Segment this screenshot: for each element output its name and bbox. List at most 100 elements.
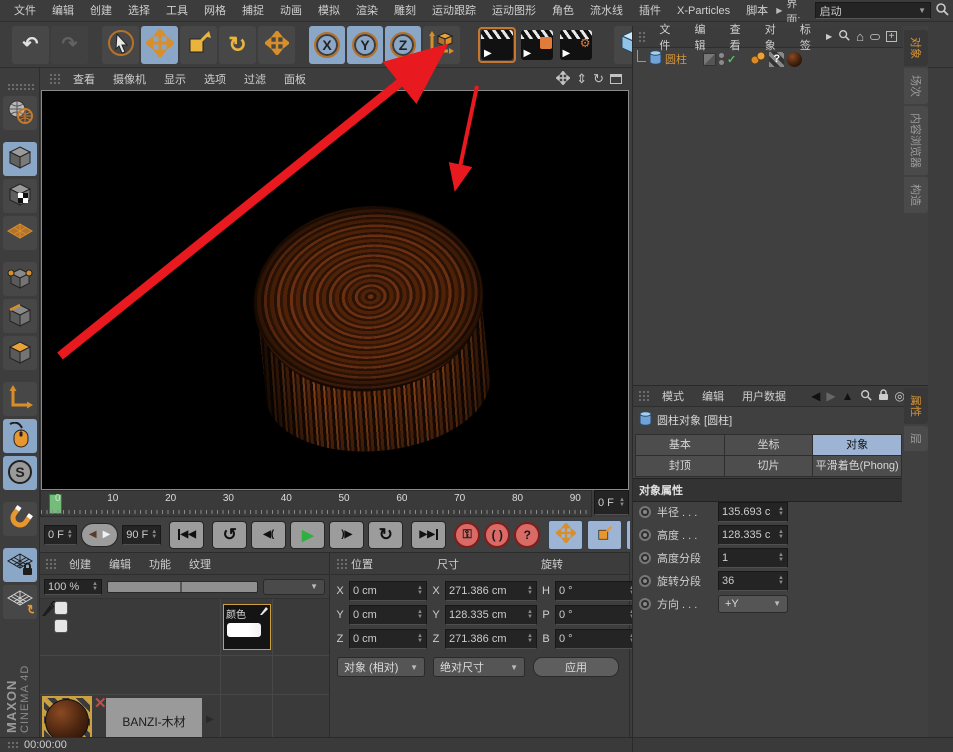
play-button[interactable]: ▶: [290, 521, 325, 549]
vp-menu-options[interactable]: 选项: [195, 71, 235, 87]
redo-button[interactable]: ↷: [51, 26, 88, 64]
mat-menu-edit[interactable]: 编辑: [100, 556, 140, 572]
search-icon[interactable]: [860, 389, 872, 404]
size-x-field[interactable]: 271.386 cm▲▼: [445, 581, 537, 601]
tab-coordinates[interactable]: 坐标: [725, 435, 813, 455]
prev-key-button[interactable]: ◀(: [251, 521, 286, 549]
layout-select[interactable]: 启动▼: [815, 2, 931, 19]
am-menu-userdata[interactable]: 用户数据: [733, 388, 795, 404]
om-menu-object[interactable]: 对象: [756, 21, 791, 53]
object-properties-header[interactable]: 对象属性: [633, 478, 902, 502]
menu-pipeline[interactable]: 流水线: [582, 0, 631, 22]
menu-tools[interactable]: 工具: [158, 0, 196, 22]
spinner-icon[interactable]: ▲▼: [524, 586, 533, 596]
toolbar-grip[interactable]: [6, 82, 34, 92]
am-menu-edit[interactable]: 编辑: [693, 388, 733, 404]
lock-workplane-button[interactable]: [3, 548, 37, 582]
tab-takes[interactable]: 场次: [904, 68, 928, 104]
rot-h-field[interactable]: 0 °▲▼: [555, 581, 639, 601]
spinner-icon[interactable]: ▲▼: [616, 498, 625, 508]
wood-cylinder-object[interactable]: [245, 195, 500, 468]
polygons-mode-button[interactable]: [3, 336, 37, 370]
render-view-button[interactable]: ▶: [478, 27, 516, 63]
move-tool-button[interactable]: [141, 26, 178, 64]
tab-object[interactable]: 对象: [813, 435, 901, 455]
radius-field[interactable]: 135.693 c▲▼: [718, 502, 788, 522]
viewport-grip[interactable]: [48, 72, 60, 86]
current-frame-field[interactable]: 0 F▲▼: [594, 490, 629, 515]
make-editable-button[interactable]: [3, 96, 37, 130]
visibility-dot-bottom[interactable]: [719, 60, 724, 65]
object-name[interactable]: 圆柱: [665, 51, 687, 67]
delete-icon[interactable]: ✕: [94, 694, 107, 712]
key-rotation-button[interactable]: ↻: [626, 520, 630, 550]
timeline-ruler[interactable]: 0 10 20 30 40 50 60 70 80 90: [40, 490, 592, 517]
height-segments-field[interactable]: 1▲▼: [718, 548, 788, 568]
expand-arrow-icon[interactable]: ▶: [206, 714, 214, 725]
spinner-icon[interactable]: ▲▼: [89, 582, 98, 592]
menu-edit[interactable]: 编辑: [44, 0, 82, 22]
vp-orbit-icon[interactable]: ↻: [593, 71, 604, 87]
snap-s-button[interactable]: S: [3, 456, 37, 490]
om-menu-file[interactable]: 文件: [650, 21, 685, 53]
pos-y-field[interactable]: 0 cm▲▼: [349, 605, 427, 625]
spinner-icon[interactable]: ▲▼: [414, 610, 423, 620]
autokey-button[interactable]: ( ): [484, 522, 510, 548]
spinner-icon[interactable]: ▲▼: [775, 507, 784, 517]
last-tool-button[interactable]: [258, 26, 295, 64]
spinner-icon[interactable]: ▲▼: [524, 634, 533, 644]
tab-layers[interactable]: 层: [904, 426, 928, 451]
tab-basic[interactable]: 基本: [636, 435, 724, 455]
material-zoom-field[interactable]: 100 %▲▼: [44, 579, 102, 595]
object-row-cylinder[interactable]: 圆柱 ✓ ?: [633, 48, 928, 70]
points-mode-button[interactable]: [3, 262, 37, 296]
range-end-field[interactable]: 90 F▲▼: [122, 525, 161, 545]
frame-step-control[interactable]: ◀▶: [81, 523, 118, 547]
materials-grip[interactable]: [44, 557, 56, 571]
menu-sculpt[interactable]: 雕刻: [386, 0, 424, 22]
spinner-icon[interactable]: ▲▼: [64, 530, 73, 540]
menu-plugins[interactable]: 插件: [631, 0, 669, 22]
size-mode-select[interactable]: 绝对尺寸▼: [433, 657, 525, 677]
apply-button[interactable]: 应用: [533, 657, 619, 677]
spinner-icon[interactable]: ▲▼: [148, 530, 157, 540]
checkbox-icon[interactable]: [54, 619, 68, 633]
next-key-button[interactable]: )▶: [329, 521, 364, 549]
anim-dot-icon[interactable]: [639, 552, 651, 564]
orientation-select[interactable]: +Y▼: [718, 595, 788, 613]
material-view-select[interactable]: ▼: [263, 579, 325, 595]
play-backwards-loop-button[interactable]: ↺: [212, 521, 247, 549]
vp-pan-icon[interactable]: [556, 71, 570, 88]
vp-menu-filter[interactable]: 过滤: [235, 71, 275, 87]
anim-dot-icon[interactable]: [639, 529, 651, 541]
layer-toggle-icon[interactable]: [703, 53, 716, 66]
viewport-canvas[interactable]: [41, 90, 629, 490]
spinner-icon[interactable]: ▲▼: [775, 576, 784, 586]
object-manager-grip[interactable]: [637, 30, 646, 44]
lock-icon[interactable]: [878, 389, 889, 404]
history-back-icon[interactable]: ◀: [811, 389, 820, 403]
tab-structure[interactable]: 构造: [904, 177, 928, 213]
menu-render[interactable]: 渲染: [348, 0, 386, 22]
texture-missing-tag-icon[interactable]: ?: [769, 52, 784, 67]
vp-menu-view[interactable]: 查看: [64, 71, 104, 87]
search-icon[interactable]: [838, 29, 850, 44]
texture-mode-button[interactable]: [3, 179, 37, 213]
undo-button[interactable]: ↶: [12, 26, 49, 64]
coordinate-system-button[interactable]: [423, 26, 460, 64]
menu-file[interactable]: 文件: [6, 0, 44, 22]
range-start-field[interactable]: 0 F▲▼: [44, 525, 77, 545]
tab-slice[interactable]: 切片: [725, 456, 813, 476]
goto-end-button[interactable]: ▶▶: [411, 521, 446, 549]
pos-x-field[interactable]: 0 cm▲▼: [349, 581, 427, 601]
menu-character[interactable]: 角色: [544, 0, 582, 22]
interface-flyout-icon[interactable]: ▶: [776, 6, 782, 15]
rotation-segments-field[interactable]: 36▲▼: [718, 571, 788, 591]
scale-tool-button[interactable]: [180, 26, 217, 64]
keyframe-selection-button[interactable]: ?: [514, 522, 540, 548]
coord-mode-select[interactable]: 对象 (相对)▼: [337, 657, 425, 677]
anim-dot-icon[interactable]: [639, 506, 651, 518]
z-axis-lock-button[interactable]: Z: [385, 26, 421, 64]
menu-mograph[interactable]: 运动图形: [484, 0, 544, 22]
vp-menu-camera[interactable]: 摄像机: [104, 71, 155, 87]
